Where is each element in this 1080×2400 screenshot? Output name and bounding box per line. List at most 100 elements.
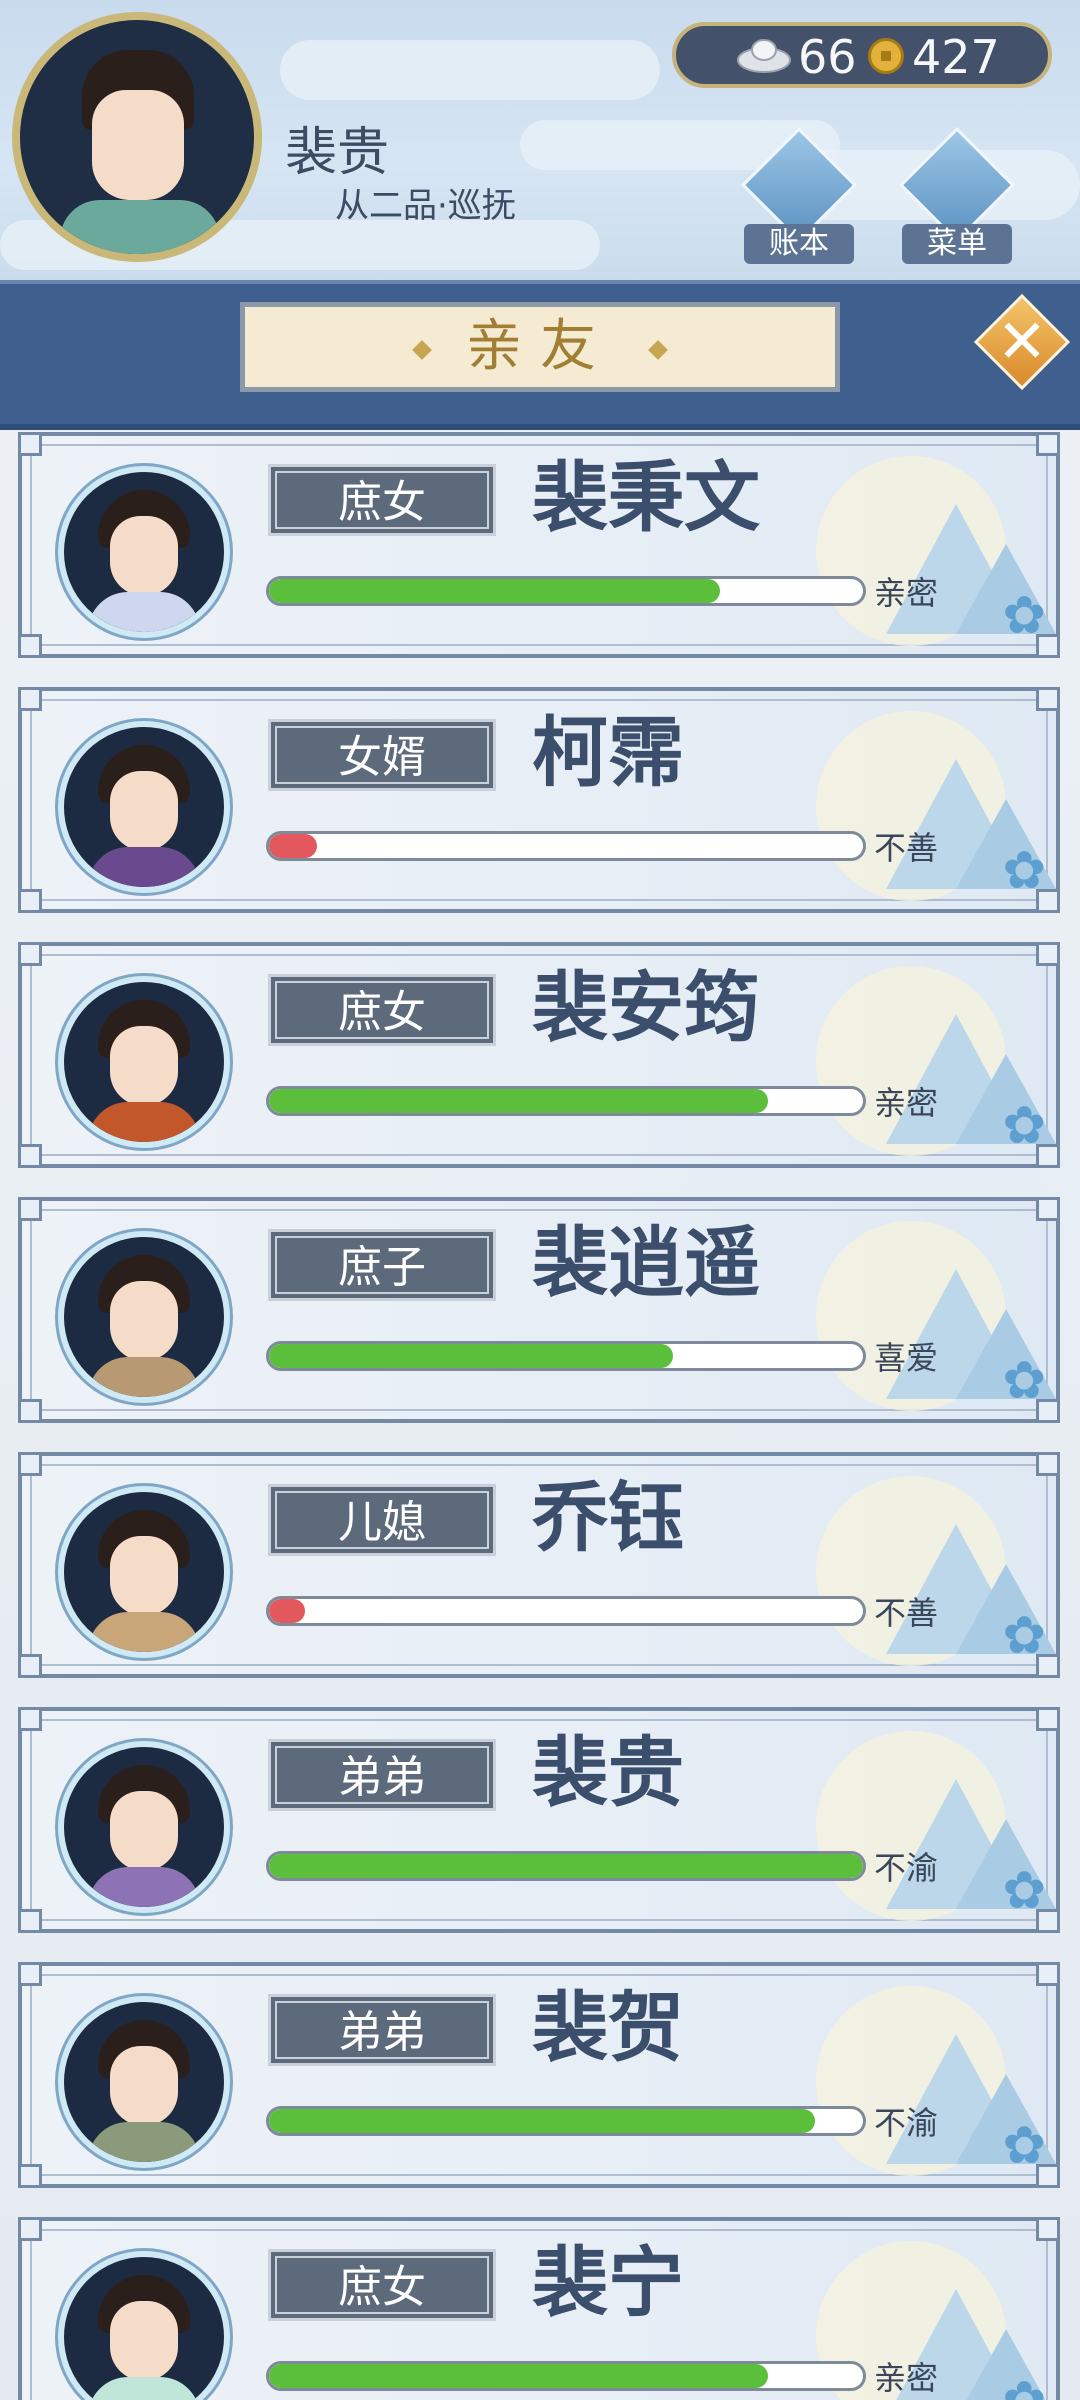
menu-button[interactable]: 菜单 [899,127,1015,280]
copper-coin-icon [868,38,904,74]
flower-icon: ✿ [1002,841,1046,901]
copper-amount: 427 [912,30,1000,84]
card-corner [18,889,42,913]
member-relation: 庶子 [268,1229,496,1301]
card-corner [18,2217,42,2241]
affection-bar-fill [269,1089,768,1113]
card-corner [1036,432,1060,456]
member-name: 裴逍遥 [532,1218,760,1307]
title-plate: 亲友 [240,302,840,392]
family-member-card[interactable]: ✿ 庶子 裴逍遥 喜爱 [18,1197,1060,1423]
card-corner [18,1399,42,1423]
card-corner [18,1909,42,1933]
member-relation: 弟弟 [268,1739,496,1811]
close-button[interactable]: ✕ [973,293,1071,391]
member-name: 裴贺 [532,1983,684,2072]
menu-label: 菜单 [902,224,1012,264]
family-member-card[interactable]: ✿ 女婿 柯霈 不善 [18,687,1060,913]
member-portrait[interactable] [58,1741,230,1913]
card-corner [18,2164,42,2188]
member-name: 乔钰 [532,1473,684,1562]
affection-status: 亲密 [874,574,939,612]
card-corner [18,1654,42,1678]
card-corner [1036,1197,1060,1221]
affection-status: 不渝 [874,2104,939,2142]
member-relation: 女婿 [268,719,496,791]
family-member-card[interactable]: ✿ 庶女 裴秉文 亲密 [18,432,1060,658]
silver-ingot-icon [737,39,791,73]
flower-icon: ✿ [1002,1096,1046,1156]
affection-bar [266,1851,866,1881]
family-member-card[interactable]: ✿ 弟弟 裴贺 不渝 [18,1962,1060,2188]
card-corner [1036,687,1060,711]
affection-bar-fill [269,2364,768,2388]
member-name: 柯霈 [532,708,684,797]
affection-status: 亲密 [874,1084,939,1122]
member-name: 裴安筠 [532,963,760,1052]
affection-bar [266,1596,866,1626]
member-relation: 弟弟 [268,1994,496,2066]
member-relation: 庶女 [268,2249,496,2321]
card-corner [1036,1452,1060,1476]
header: 裴贵 从二品·巡抚 66 427 账本 菜单 [0,0,1080,280]
flower-icon: ✿ [1002,2116,1046,2176]
ledger-label: 账本 [744,224,854,264]
ledger-button[interactable]: 账本 [741,127,857,280]
page-title: 亲友 [466,314,614,379]
family-member-card[interactable]: ✿ 儿媳 乔钰 不善 [18,1452,1060,1678]
card-corner [1036,1962,1060,1986]
affection-status: 喜爱 [874,1339,939,1377]
player-name: 裴贵 [285,123,390,183]
family-member-card[interactable]: ✿ 庶女 裴安筠 亲密 [18,942,1060,1168]
affection-bar-fill [269,2109,816,2133]
flower-icon: ✿ [1002,1606,1046,1666]
card-corner [18,942,42,966]
affection-bar [266,831,866,861]
card-corner [18,1707,42,1731]
card-corner [18,1197,42,1221]
affection-bar-fill [269,834,317,858]
member-relation: 儿媳 [268,1484,496,1556]
card-corner [18,432,42,456]
affection-bar [266,2361,866,2391]
affection-status: 不渝 [874,1849,939,1887]
family-member-card[interactable]: ✿ 庶女 裴宁 亲密 [18,2217,1060,2400]
affection-bar-fill [269,1854,863,1878]
family-member-card[interactable]: ✿ 弟弟 裴贵 不渝 [18,1707,1060,1933]
member-portrait[interactable] [58,1996,230,2168]
silver-amount: 66 [798,30,857,84]
title-right-ornament [648,340,668,360]
affection-bar [266,2106,866,2136]
card-corner [18,687,42,711]
close-icon: ✕ [996,307,1048,377]
affection-bar-fill [269,579,721,603]
card-corner [18,1962,42,1986]
flower-icon: ✿ [1002,1351,1046,1411]
affection-status: 不善 [874,829,939,867]
card-corner [18,634,42,658]
member-portrait[interactable] [58,721,230,893]
card-corner [1036,942,1060,966]
affection-bar-fill [269,1344,673,1368]
player-avatar[interactable] [12,12,262,262]
affection-bar-fill [269,1599,305,1623]
affection-status: 不善 [874,1594,939,1632]
card-corner [1036,1707,1060,1731]
member-portrait[interactable] [58,1486,230,1658]
member-name: 裴宁 [532,2238,684,2327]
member-portrait[interactable] [58,466,230,638]
card-corner [18,1452,42,1476]
family-list[interactable]: ✿ 庶女 裴秉文 亲密 ✿ 女婿 柯霈 不善 ✿ 庶女 裴安筠 亲密 ✿ 庶子 … [0,420,1080,2400]
member-portrait[interactable] [58,1231,230,1403]
member-relation: 庶女 [268,974,496,1046]
member-name: 裴秉文 [532,453,760,542]
card-corner [18,1144,42,1168]
player-rank: 从二品·巡抚 [335,186,516,226]
card-corner [1036,2217,1060,2241]
member-portrait[interactable] [58,976,230,1148]
title-left-ornament [412,340,432,360]
currency-bar: 66 427 [672,22,1052,88]
affection-status: 亲密 [874,2359,939,2397]
affection-bar [266,1341,866,1371]
member-portrait[interactable] [58,2251,230,2400]
